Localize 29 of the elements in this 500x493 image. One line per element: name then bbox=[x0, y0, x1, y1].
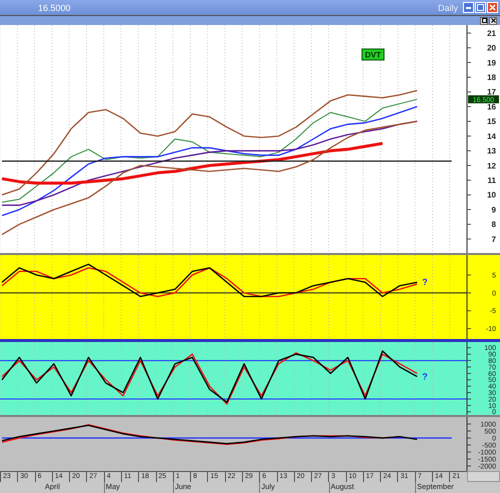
axis-label: 11 bbox=[488, 176, 496, 185]
price-readout: 16.5000 bbox=[38, 2, 72, 12]
axis-label: 21 bbox=[487, 28, 496, 38]
axis-label: 13 bbox=[487, 146, 496, 156]
axis-label: 10 bbox=[487, 190, 496, 200]
marker-label: ? bbox=[422, 277, 428, 288]
maximize-icon bbox=[482, 18, 486, 23]
axis-label: 14 bbox=[487, 132, 496, 141]
maximize-button[interactable] bbox=[480, 16, 488, 24]
axis-label: 20 bbox=[487, 44, 496, 53]
axis-label: 17 bbox=[487, 88, 496, 97]
axis-label: 8 bbox=[492, 220, 496, 230]
symbol-label: DVT bbox=[362, 48, 384, 60]
axis-label: 16 bbox=[487, 102, 496, 112]
minimize-button[interactable] bbox=[463, 2, 474, 13]
corner-panel bbox=[466, 471, 500, 482]
marker-label: ? bbox=[422, 372, 428, 382]
minimize-icon bbox=[466, 6, 471, 8]
interval-label: Daily bbox=[438, 2, 458, 12]
axis-label: 9 bbox=[492, 205, 496, 214]
axis-label: 19 bbox=[487, 58, 496, 68]
axis-label: 12 bbox=[487, 161, 496, 170]
axis-label: 15 bbox=[487, 117, 496, 126]
close-icon bbox=[490, 18, 496, 23]
close-button[interactable] bbox=[489, 16, 497, 24]
y-axis bbox=[466, 417, 472, 471]
axis-label: 18 bbox=[487, 73, 496, 82]
axis-label: 7 bbox=[492, 234, 496, 244]
close-icon bbox=[489, 4, 496, 11]
